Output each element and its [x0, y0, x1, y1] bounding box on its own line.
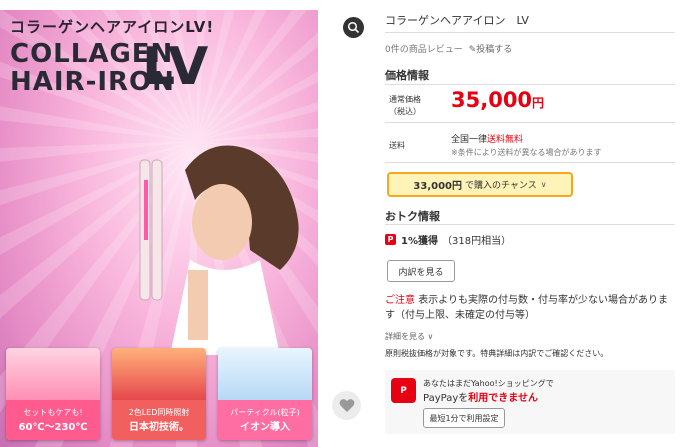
- price-heading: 価格情報: [385, 69, 429, 82]
- product-title: コラーゲンヘアアイロン LV: [385, 14, 529, 27]
- shipping-label: 送料: [389, 141, 405, 150]
- paypay-setup-button[interactable]: 最短1分で利用設定: [423, 408, 505, 428]
- chevron-down-icon: ∨: [540, 180, 547, 189]
- reward-equivalent: （318円相当）: [441, 236, 512, 247]
- promo-tagline: コラーゲンヘアアイロンLV!: [10, 18, 215, 36]
- brand-model: LV: [142, 37, 209, 97]
- post-review-link[interactable]: ✎投稿する: [469, 45, 513, 55]
- price: 35,000円: [451, 88, 544, 112]
- purchase-chance-button[interactable]: 33,000円 で購入のチャンス ∨: [387, 172, 573, 197]
- paypay-icon: P: [385, 234, 396, 245]
- product-image[interactable]: コラーゲンヘアアイロンLV! COLLAGEN HAIR-IRON LV セット…: [0, 10, 318, 447]
- tile-caption: 2色LED同時照射: [128, 408, 190, 417]
- feature-tile-temperature: セットもケアも! 60℃〜230℃: [6, 348, 100, 440]
- heart-icon: [339, 399, 354, 412]
- breakdown-button[interactable]: 内訳を見る: [387, 260, 455, 282]
- price-value: 35,000: [451, 88, 533, 112]
- notice-label: ご注意: [385, 295, 415, 306]
- tile-highlight: 日本初技術。: [129, 422, 189, 433]
- feature-tile-led: 2色LED同時照射 日本初技術。: [112, 348, 206, 440]
- chance-amount: 33,000円: [413, 181, 462, 192]
- divider: [385, 32, 675, 33]
- price-unit: 円: [532, 96, 545, 110]
- reward-percent: 1%獲得: [401, 236, 438, 247]
- tile-highlight: イオン導入: [240, 422, 290, 433]
- divider: [385, 162, 675, 163]
- paypay-message-1: あなたはまだYahoo!ショッピングで: [423, 379, 554, 388]
- shipping-info: 全国一律送料無料: [451, 135, 524, 145]
- favorite-button[interactable]: [332, 391, 361, 420]
- paypay-message-2: PayPayを利用できません: [423, 393, 538, 404]
- divider: [385, 224, 675, 225]
- paypay-reward: P 1%獲得 （318円相当）: [385, 232, 511, 247]
- reward-notice: ご注意 表示よりも実際の付与数・付与率が少ない場合があります（付与上限、未確定の…: [385, 293, 675, 323]
- paypay-setup-box: P あなたはまだYahoo!ショッピングで PayPayを利用できません 最短1…: [385, 370, 675, 434]
- notice-text: 表示よりも実際の付与数・付与率が少ない場合があります（付与上限、未確定の付与等）: [385, 295, 668, 321]
- tile-photo: [218, 348, 312, 400]
- model-with-hair-iron: [139, 145, 299, 355]
- chance-text: で購入のチャンス: [465, 181, 537, 191]
- tile-caption: セットもケアも!: [23, 408, 83, 417]
- zoom-button[interactable]: [343, 17, 364, 38]
- review-count-link[interactable]: 0件の商品レビュー: [385, 45, 463, 55]
- review-summary: 0件の商品レビュー ✎投稿する: [385, 42, 512, 55]
- tile-highlight: 60℃〜230℃: [18, 422, 88, 433]
- regular-price-label: 通常価格（税込）: [389, 95, 421, 116]
- tile-photo: [6, 348, 100, 400]
- zoom-icon: [347, 21, 360, 34]
- divider: [385, 122, 675, 123]
- paypay-logo: P: [391, 378, 416, 403]
- tile-caption: パーティクル(粒子): [230, 408, 300, 417]
- deals-heading: おトク情報: [385, 210, 440, 223]
- details-link[interactable]: 詳細を見る ∨: [385, 331, 433, 342]
- tile-photo: [112, 348, 206, 400]
- shipping-note: ※条件により送料が異なる場合があります: [451, 148, 602, 157]
- feature-tile-ion: パーティクル(粒子) イオン導入: [218, 348, 312, 440]
- tax-note: 原則税抜価格が対象です。特典詳細は内訳でご確認ください。: [385, 349, 609, 358]
- free-shipping: 送料無料: [487, 135, 524, 145]
- divider: [385, 84, 675, 85]
